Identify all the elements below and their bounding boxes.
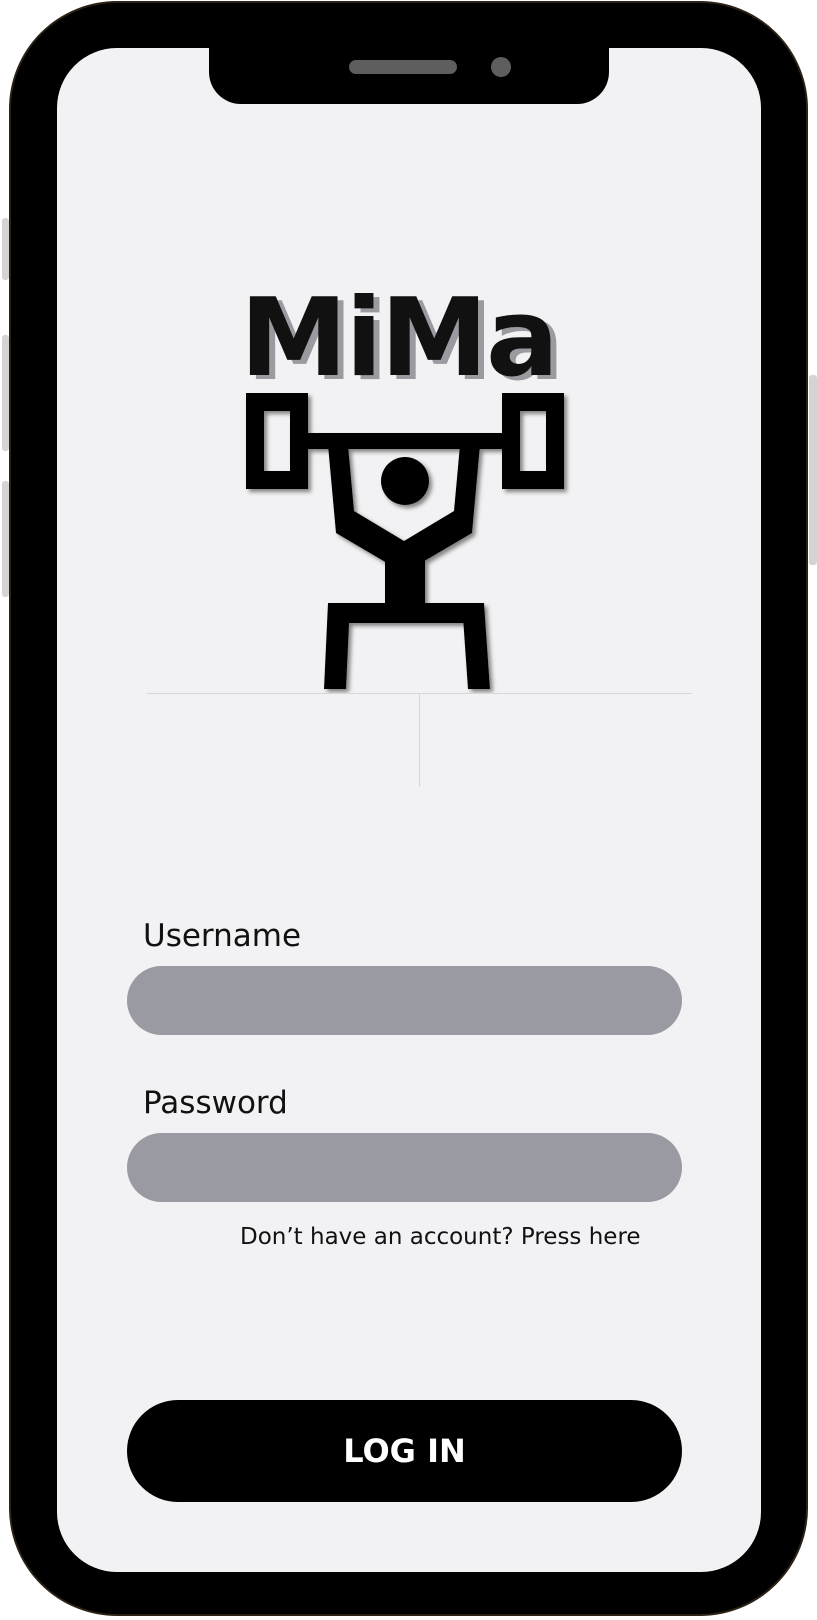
password-label: Password xyxy=(143,1085,288,1121)
guide-line-vertical xyxy=(419,694,420,787)
brand-name: MiMa xyxy=(240,276,559,401)
weightlifter-icon xyxy=(246,393,564,689)
volume-down-button xyxy=(2,481,9,597)
username-label: Username xyxy=(143,918,302,954)
speaker-grille xyxy=(349,60,457,74)
power-button xyxy=(809,375,817,565)
password-input[interactable] xyxy=(127,1133,682,1202)
front-camera xyxy=(491,57,511,77)
signup-link[interactable]: Don’t have an account? Press here xyxy=(240,1222,660,1252)
app-logo: MiMa xyxy=(240,285,580,695)
login-button[interactable]: LOG IN xyxy=(127,1400,682,1502)
silent-switch xyxy=(2,218,9,280)
volume-up-button xyxy=(2,335,9,451)
notch xyxy=(209,40,609,104)
username-input[interactable] xyxy=(127,966,682,1035)
